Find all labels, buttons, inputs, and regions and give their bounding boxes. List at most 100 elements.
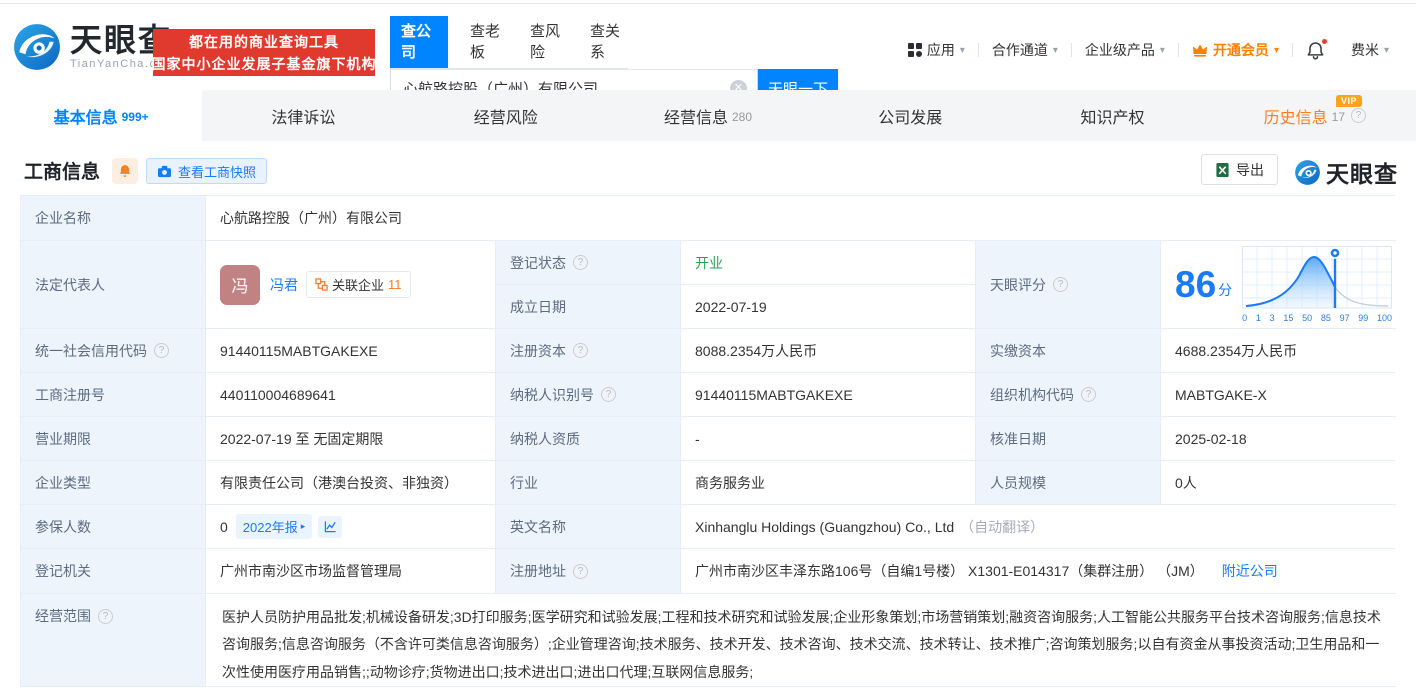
tab-company-development[interactable]: 公司发展 [809,90,1011,141]
tianyancha-logo-icon [1294,159,1321,186]
help-icon[interactable]: ? [601,387,616,402]
help-icon[interactable]: ? [573,564,588,579]
field-value-business-term: 2022-07-19 至 无固定期限 [206,417,495,460]
search-tab-company[interactable]: 查公司 [390,16,448,68]
field-value-company-name: 心航路控股（广州）有限公司 [206,196,1400,240]
field-value-reg-authority: 广州市南沙区市场监督管理局 [206,549,495,593]
field-value-paid-capital: 4688.2354万人民币 [1161,329,1400,372]
field-label-insured: 参保人数 [21,505,205,548]
site-header: 天眼查 TianYanCha.com 都在用的商业查询工具 国家中小企业发展子基… [0,4,1416,90]
field-label-english-name: 英文名称 [496,505,680,548]
brand-slogan-banner: 都在用的商业查询工具 国家中小企业发展子基金旗下机构 [153,29,375,76]
score-distribution-chart: 013 155085 9799100 [1242,246,1392,323]
org-chart-icon [315,278,328,291]
field-value-reg-status: 开业 [681,241,975,284]
tab-basic-info[interactable]: 基本信息 999+ [0,90,202,141]
company-detail-tabs: 基本信息 999+ 法律诉讼 经营风险 经营信息 280 公司发展 知识产权 V… [0,90,1416,141]
tab-basic-count: 999+ [122,110,149,124]
field-label-reg-authority: 登记机关 [21,549,205,593]
field-label-taxpayer-id: 纳税人识别号 ? [496,373,680,416]
tab-legal[interactable]: 法律诉讼 [202,90,404,141]
excel-icon [1215,162,1230,178]
help-icon[interactable]: ? [1081,387,1096,402]
site-logo[interactable]: 天眼查 TianYanCha.com [12,22,175,72]
field-value-legal-rep: 冯 冯君 关联企业 11 [206,241,495,328]
vip-badge: VIP [1336,95,1362,107]
nav-enterprise-products[interactable]: 企业级产品 ▾ [1072,40,1178,60]
watermark-text: 天眼查 [1326,155,1398,189]
field-value-taxpayer-quality: - [681,417,975,460]
help-icon[interactable]: ? [98,609,113,624]
field-label-company-type: 企业类型 [21,461,205,504]
tab-operating-info[interactable]: 经营信息 280 [607,90,809,141]
help-icon[interactable]: ? [1351,108,1366,123]
field-value-industry: 商务服务业 [681,461,975,504]
top-navigation: 应用 ▾ 合作通道 ▾ 企业级产品 ▾ 开通会员 ▾ [895,40,1402,60]
nav-channel[interactable]: 合作通道 ▾ [979,40,1071,60]
view-snapshot-button[interactable]: 查看工商快照 [146,158,267,184]
tianyancha-watermark: 天眼查 [1294,155,1398,189]
field-label-reg-address: 注册地址 ? [496,549,680,593]
score-curve [1242,246,1392,312]
help-icon[interactable]: ? [154,343,169,358]
crown-icon [1192,43,1208,57]
nearby-companies-link[interactable]: 附近公司 [1222,561,1278,581]
auto-translate-note: （自动翻译） [960,517,1044,537]
search-tab-risk[interactable]: 查风险 [528,16,568,68]
help-icon[interactable]: ? [1053,277,1068,292]
business-info-header: 工商信息 查看工商快照 导出 [0,152,1416,190]
section-title: 工商信息 [24,157,100,184]
chevron-down-icon: ▾ [1160,45,1165,56]
field-value-business-scope: 医护人员防护用品批发;机械设备研发;3D打印服务;医学研究和试验发展;工程和技术… [206,594,1400,686]
insured-count: 0 [220,519,228,535]
field-label-legal-rep: 法定代表人 [21,241,205,328]
search-tabs: 查公司 查老板 查风险 查关系 [390,16,628,69]
field-label-establish-date: 成立日期 [496,285,680,328]
field-label-reg-number: 工商注册号 [21,373,205,416]
nav-user-menu[interactable]: 费米 ▾ [1338,40,1402,60]
field-label-tyc-score: 天眼评分 ? [976,241,1160,328]
tianyancha-company-page: 天眼查 TianYanCha.com 都在用的商业查询工具 国家中小企业发展子基… [0,0,1416,695]
insured-trend-chart-button[interactable] [318,516,342,538]
tianyancha-logo-icon [12,22,62,72]
field-value-reg-number: 440110004689641 [206,373,495,416]
nav-notifications[interactable] [1293,41,1338,60]
subscribe-bell-button[interactable] [112,158,138,184]
tab-intellectual-property[interactable]: 知识产权 [1011,90,1213,141]
related-companies-badge[interactable]: 关联企业 11 [306,271,411,298]
notification-dot [1321,38,1328,45]
chevron-down-icon: ▾ [1274,45,1279,56]
camera-icon [157,165,172,178]
nav-apps[interactable]: 应用 ▾ [895,40,978,60]
field-label-company-name: 企业名称 [21,196,205,240]
tab-history-info[interactable]: VIP 历史信息 17 ? [1214,90,1416,141]
field-value-reg-address: 广州市南沙区丰泽东路106号（自编1号楼） X1301-E014317（集群注册… [681,549,1400,593]
field-label-approval-date: 核准日期 [976,417,1160,460]
export-button[interactable]: 导出 [1201,154,1278,185]
bell-icon [118,164,132,178]
nav-open-vip[interactable]: 开通会员 ▾ [1179,40,1292,60]
field-value-staff-size: 0人 [1161,461,1400,504]
score-axis-labels: 013 155085 9799100 [1242,313,1392,323]
search-tab-boss[interactable]: 查老板 [468,16,508,68]
related-companies-count: 11 [388,277,402,292]
field-label-org-code: 组织机构代码 ? [976,373,1160,416]
field-label-credit-code: 统一社会信用代码 ? [21,329,205,372]
legal-rep-avatar[interactable]: 冯 [220,265,260,305]
help-icon[interactable]: ? [573,343,588,358]
field-label-business-term: 营业期限 [21,417,205,460]
field-value-english-name: Xinhanglu Holdings (Guangzhou) Co., Ltd … [681,505,1400,548]
search-tab-relation[interactable]: 查关系 [588,16,628,68]
annual-report-link[interactable]: 2022年报 ▸ [236,514,312,539]
legal-rep-link[interactable]: 冯君 [270,275,298,295]
help-icon[interactable]: ? [573,255,588,270]
slogan-line2: 国家中小企业发展子基金旗下机构 [152,54,377,74]
score-value: 86 [1175,266,1216,303]
field-value-establish-date: 2022-07-19 [681,285,975,328]
chevron-down-icon: ▾ [960,45,965,56]
field-label-taxpayer-quality: 纳税人资质 [496,417,680,460]
tab-operating-risk[interactable]: 经营风险 [405,90,607,141]
business-info-table: 企业名称 心航路控股（广州）有限公司 法定代表人 冯 冯君 关联企业 11 登记… [20,195,1396,687]
slogan-line1: 都在用的商业查询工具 [189,32,339,52]
field-value-credit-code: 91440115MABTGAKEXE [206,329,495,372]
